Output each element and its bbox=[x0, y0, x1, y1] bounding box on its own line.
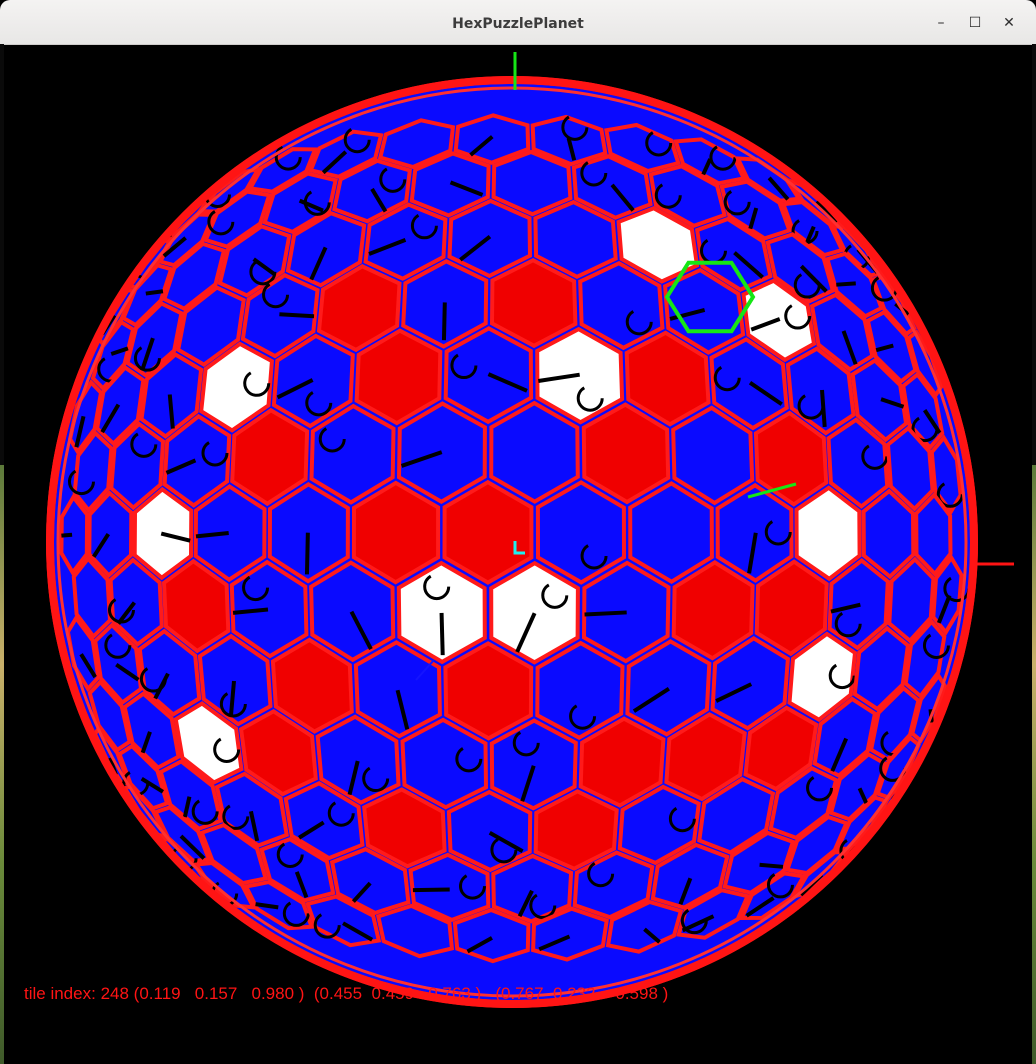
hex-tile[interactable] bbox=[87, 490, 134, 579]
tile-pipe bbox=[279, 312, 315, 319]
tile-pipe bbox=[145, 289, 164, 296]
tile-pipe bbox=[304, 532, 310, 575]
tile-pipe bbox=[759, 862, 784, 869]
tile-pipe bbox=[439, 612, 445, 656]
hex-tile[interactable] bbox=[914, 491, 953, 577]
tile-vector-1: (0.119 0.157 0.980 ) bbox=[133, 984, 305, 1003]
app-window: HexPuzzlePlanet – ☐ ✕ tile index: 248 (0… bbox=[0, 0, 1036, 1064]
tile-index-value: 248 bbox=[100, 984, 129, 1003]
tile-pipe bbox=[412, 887, 450, 893]
status-bar: tile index: 248 (0.119 0.157 0.980 ) (0.… bbox=[24, 984, 668, 1004]
tile-vector-3: (0.767 0.232 -0.598 ) bbox=[495, 984, 669, 1003]
tile-layer bbox=[59, 113, 971, 964]
tile-pipe bbox=[836, 281, 856, 287]
tile-pipe bbox=[441, 302, 447, 341]
planet-canvas[interactable] bbox=[0, 0, 1036, 1064]
tile-pipe bbox=[61, 532, 73, 538]
tile-pipe bbox=[584, 610, 627, 617]
tile-vector-2: (0.455 0.459 0.763 ) bbox=[313, 984, 482, 1003]
status-label: tile index: bbox=[24, 984, 96, 1003]
